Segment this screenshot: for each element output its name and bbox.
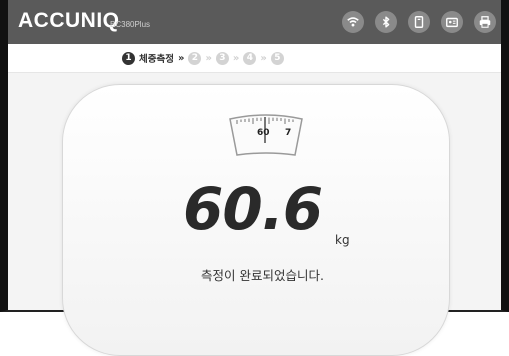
dial-label-7: 7 [285, 128, 291, 138]
step-separator: » [232, 52, 240, 64]
weight-reading: 60.6 [183, 175, 323, 243]
step-indicator: 1 체중측정 » 2 » 3 » 4 » 5 [122, 51, 284, 65]
step-5-badge: 5 [270, 51, 284, 65]
step-separator: » [260, 52, 267, 64]
weight-unit: kg [335, 233, 350, 247]
step-4-badge: 4 [243, 51, 257, 65]
bluetooth-icon[interactable] [375, 11, 397, 33]
id-card-icon[interactable] [441, 11, 463, 33]
dial-label-60: 60 [257, 128, 270, 138]
scale-dial: 60 7 [229, 114, 303, 156]
brand-logo: ACCUNIQ [18, 9, 120, 32]
device-icon[interactable] [408, 11, 430, 33]
printer-icon[interactable] [474, 11, 496, 33]
step-3-badge: 3 [215, 51, 229, 65]
top-bar: ACCUNIQ BC380Plus [8, 0, 501, 44]
step-progress-bar: 1 체중측정 » 2 » 3 » 4 » 5 [8, 44, 501, 73]
wifi-icon[interactable] [342, 11, 364, 33]
model-name: BC380Plus [110, 20, 151, 29]
status-message: 측정이 완료되었습니다. [201, 268, 324, 283]
step-separator: » [205, 52, 212, 64]
step-1-badge: 1 [122, 51, 135, 65]
step-1-label: 체중측정 [139, 54, 174, 65]
app-window: ACCUNIQ BC380Plus 1 체중측정 » 2 » 3 » 4 » 5… [0, 0, 509, 356]
step-separator: » [177, 52, 185, 64]
step-2-badge: 2 [188, 51, 202, 65]
